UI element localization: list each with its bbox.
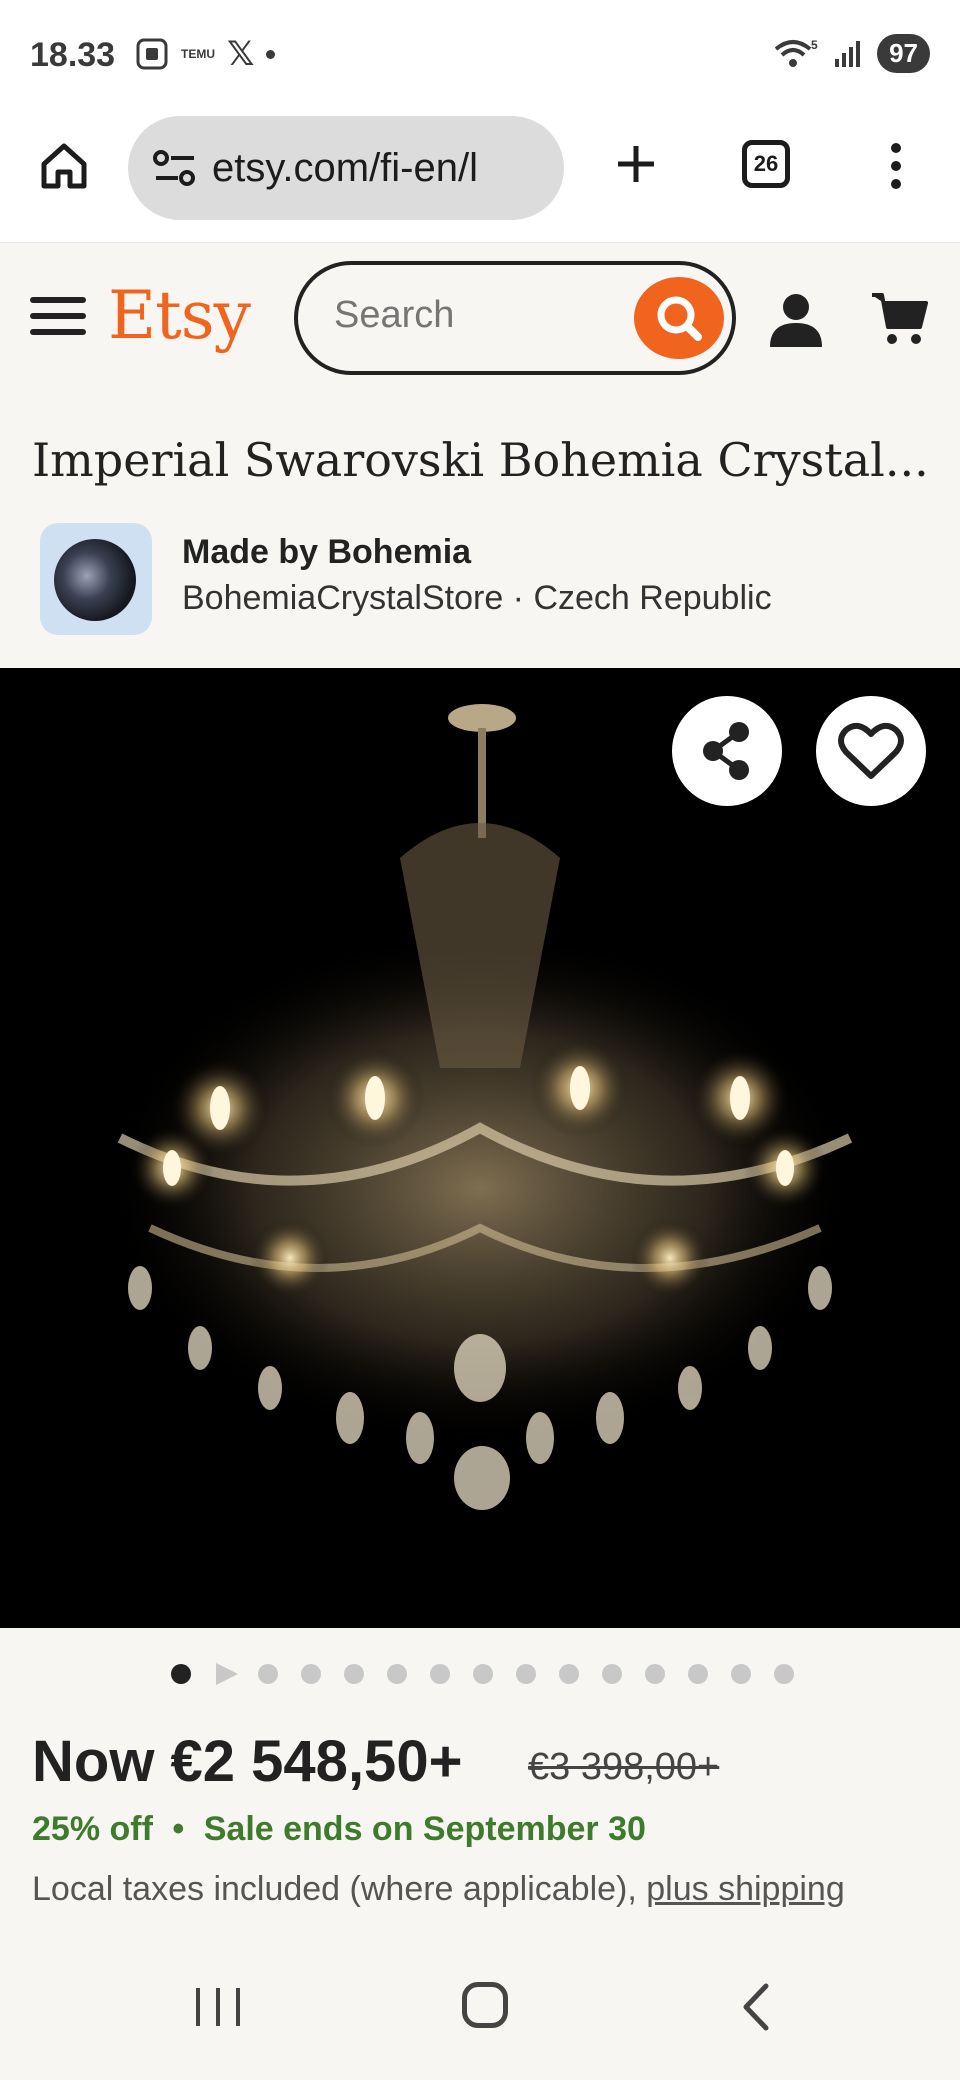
carousel-dot[interactable] bbox=[645, 1664, 665, 1684]
user-icon[interactable] bbox=[766, 289, 826, 351]
more-notifications-dot bbox=[266, 49, 276, 59]
image-carousel-indicators bbox=[0, 1628, 960, 1718]
carousel-dot[interactable] bbox=[473, 1664, 493, 1684]
status-notification-icons: TEMU 𝕏 bbox=[135, 34, 276, 74]
address-bar[interactable]: etsy.com/fi-en/l bbox=[128, 116, 564, 220]
carousel-dot[interactable] bbox=[688, 1664, 708, 1684]
listing-title: Imperial Swarovski Bohemia Crystal... bbox=[32, 433, 929, 487]
carousel-dot[interactable] bbox=[430, 1664, 450, 1684]
status-system-icons: 5 97 bbox=[773, 34, 930, 73]
tax-info: Local taxes included (where applicable),… bbox=[32, 1870, 845, 1909]
carousel-dot[interactable] bbox=[301, 1664, 321, 1684]
site-settings-icon[interactable] bbox=[152, 148, 198, 188]
shipping-link[interactable]: plus shipping bbox=[646, 1870, 844, 1908]
shop-avatar[interactable] bbox=[40, 523, 152, 635]
etsy-logo[interactable]: Etsy bbox=[108, 277, 251, 354]
search-icon bbox=[657, 296, 702, 341]
share-icon bbox=[703, 722, 749, 780]
battery-indicator: 97 bbox=[877, 34, 930, 73]
carousel-dot[interactable] bbox=[559, 1664, 579, 1684]
separator-dot: • bbox=[172, 1810, 185, 1848]
search-input[interactable] bbox=[332, 293, 616, 338]
chandelier-photo bbox=[0, 668, 960, 1628]
home-icon[interactable] bbox=[36, 138, 92, 194]
carousel-dot[interactable] bbox=[731, 1664, 751, 1684]
screenshot-icon bbox=[136, 38, 168, 70]
wifi-icon: 5 bbox=[774, 38, 818, 67]
search-button[interactable] bbox=[634, 277, 724, 359]
shop-name-link[interactable]: BohemiaCrystalStore · Czech Republic bbox=[182, 579, 772, 618]
listing-image[interactable] bbox=[0, 668, 960, 1628]
svg-text:5: 5 bbox=[811, 38, 818, 52]
nav-home-icon[interactable] bbox=[462, 1982, 508, 2028]
x-app-icon: 𝕏 bbox=[227, 35, 255, 73]
menu-icon[interactable] bbox=[30, 297, 86, 341]
current-price: Now €2 548,50+ bbox=[32, 1729, 463, 1794]
carousel-dot[interactable] bbox=[258, 1664, 278, 1684]
price-section: Now €2 548,50+ €3 398,00+ 25% off • Sale… bbox=[0, 1718, 960, 1938]
status-time: 18.33 bbox=[30, 36, 116, 74]
carousel-dot[interactable] bbox=[602, 1664, 622, 1684]
favorite-button[interactable] bbox=[816, 696, 926, 806]
play-icon[interactable] bbox=[214, 1662, 240, 1686]
back-icon[interactable] bbox=[736, 1982, 776, 2032]
tax-text: Local taxes included (where applicable), bbox=[32, 1870, 647, 1908]
recent-apps-icon[interactable] bbox=[192, 1986, 244, 2028]
carousel-dot[interactable] bbox=[516, 1664, 536, 1684]
carousel-dot[interactable] bbox=[387, 1664, 407, 1684]
carousel-dot[interactable] bbox=[171, 1664, 191, 1684]
original-price: €3 398,00+ bbox=[528, 1746, 720, 1788]
plus-icon[interactable] bbox=[604, 132, 668, 196]
discount-label: 25% off bbox=[32, 1810, 153, 1848]
tabs-icon[interactable]: 26 bbox=[742, 140, 790, 188]
more-vert-icon[interactable] bbox=[876, 138, 916, 194]
made-by-label: Made by Bohemia bbox=[182, 533, 472, 571]
sale-info: 25% off • Sale ends on September 30 bbox=[32, 1810, 646, 1849]
temu-icon: TEMU bbox=[181, 47, 215, 61]
heart-icon bbox=[838, 722, 904, 779]
carousel-dot[interactable] bbox=[774, 1664, 794, 1684]
cart-icon[interactable] bbox=[870, 287, 930, 349]
site-header: Etsy bbox=[0, 243, 960, 393]
listing-header: Imperial Swarovski Bohemia Crystal... Ma… bbox=[0, 393, 960, 668]
url-text: etsy.com/fi-en/l bbox=[212, 145, 478, 190]
status-bar: 18.33 TEMU 𝕏 5 97 bbox=[0, 0, 960, 110]
browser-toolbar: etsy.com/fi-en/l 26 bbox=[0, 110, 960, 243]
carousel-dot[interactable] bbox=[344, 1664, 364, 1684]
sale-end-label: Sale ends on September 30 bbox=[203, 1810, 646, 1848]
share-button[interactable] bbox=[672, 696, 782, 806]
cell-signal-icon bbox=[835, 40, 861, 67]
system-nav-bar bbox=[0, 1938, 960, 2080]
search-bar[interactable] bbox=[294, 261, 736, 375]
